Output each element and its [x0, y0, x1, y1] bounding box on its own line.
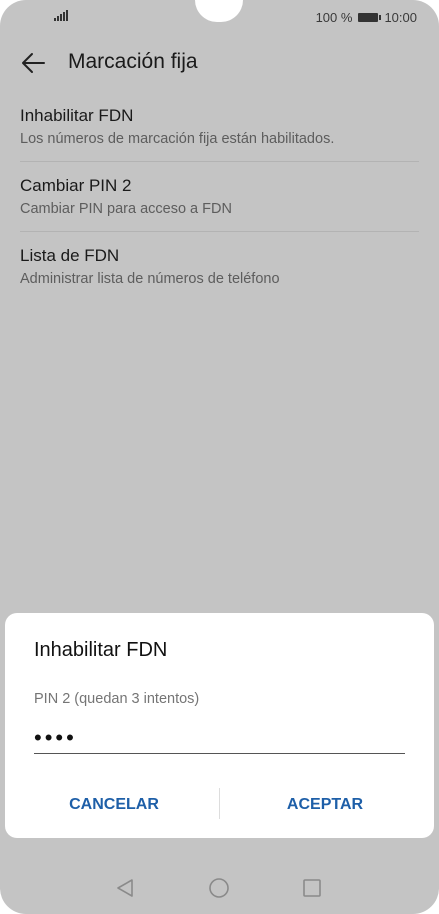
app-bar: Marcación fija: [0, 34, 439, 92]
recents-square-icon[interactable]: [300, 876, 324, 900]
list-item-title: Lista de FDN: [20, 246, 120, 265]
navigation-bar: [0, 862, 439, 914]
pin-field-label: PIN 2 (quedan 3 intentos): [34, 691, 200, 707]
status-right: 100 % 10:00: [316, 10, 417, 25]
list-item-disable-fdn[interactable]: Inhabilitar FDN Los números de marcación…: [20, 92, 419, 162]
list-item-fdn-list[interactable]: Lista de FDN Administrar lista de número…: [20, 232, 419, 301]
settings-list: Inhabilitar FDN Los números de marcación…: [0, 92, 439, 301]
button-divider: [219, 788, 220, 819]
dialog-title: Inhabilitar FDN: [34, 639, 168, 661]
list-item-change-pin2[interactable]: Cambiar PIN 2 Cambiar PIN para acceso a …: [20, 162, 419, 232]
arrow-left-icon[interactable]: [18, 47, 50, 79]
list-item-subtitle: Cambiar PIN para acceso a FDN: [20, 201, 232, 217]
list-item-title: Inhabilitar FDN: [20, 106, 134, 125]
cancel-button[interactable]: CANCELAR: [29, 788, 199, 822]
signal-icon: [54, 10, 68, 21]
list-item-subtitle: Los números de marcación fija están habi…: [20, 131, 335, 147]
battery-icon: [358, 13, 382, 22]
accept-button[interactable]: ACEPTAR: [240, 788, 410, 822]
pin-dialog: Inhabilitar FDN PIN 2 (quedan 3 intentos…: [5, 613, 434, 838]
page-title: Marcación fija: [68, 50, 198, 73]
list-item-title: Cambiar PIN 2: [20, 176, 132, 195]
pin2-input[interactable]: [34, 723, 405, 754]
battery-percent: 100 %: [315, 10, 353, 25]
home-circle-icon[interactable]: [207, 876, 231, 900]
list-item-subtitle: Administrar lista de números de teléfono: [20, 271, 280, 287]
clock: 10:00: [384, 10, 417, 25]
status-bar: 100 % 10:00: [0, 0, 439, 34]
phone-screen: 100 % 10:00 Marcación fija Inhabilitar F…: [0, 0, 439, 914]
back-triangle-icon[interactable]: [113, 876, 137, 900]
